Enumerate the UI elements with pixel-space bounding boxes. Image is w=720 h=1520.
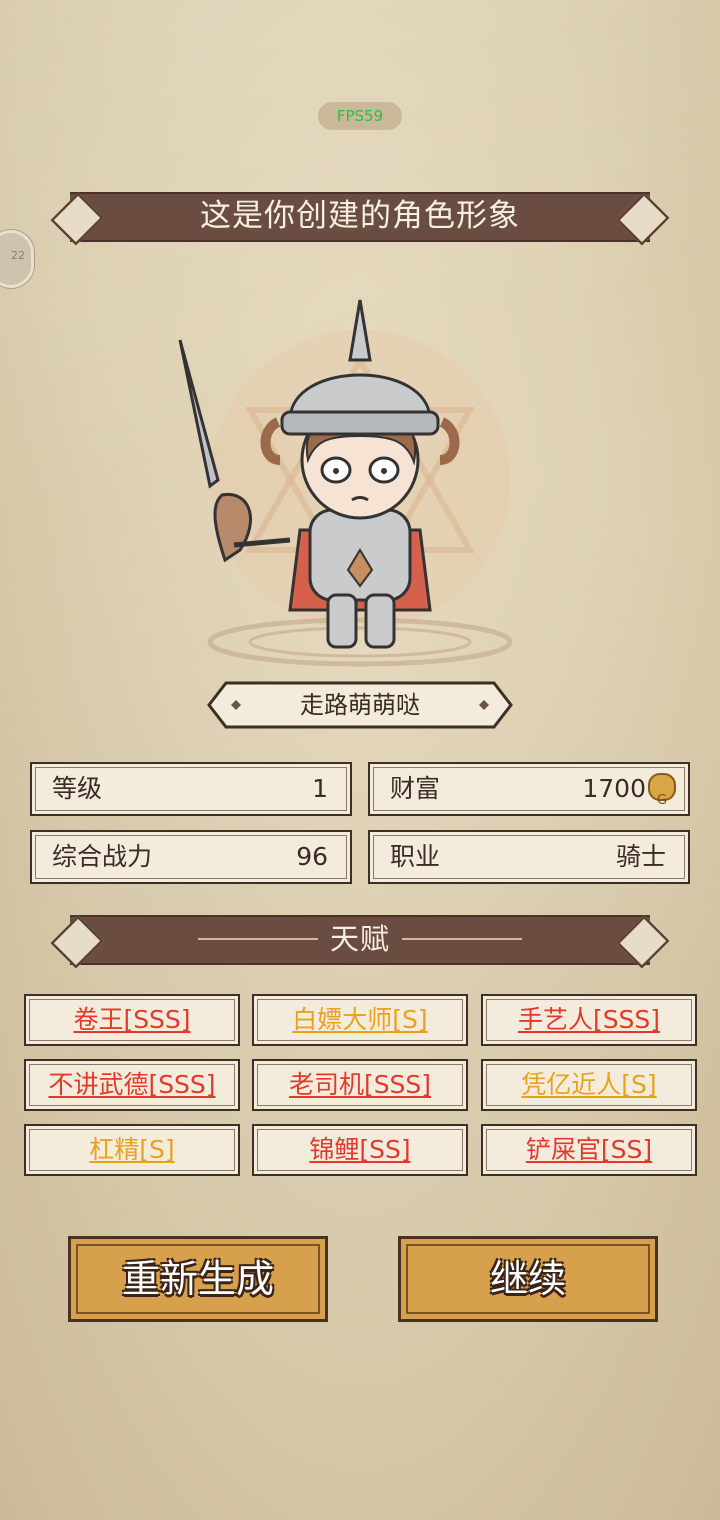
stat-power-value: 96: [296, 842, 328, 871]
character-name: 走路萌萌哒: [300, 691, 420, 719]
stat-wealth-value: 1700: [582, 774, 646, 803]
stat-level: 等级 1: [30, 762, 352, 816]
character-nameplate: 走路萌萌哒: [206, 680, 514, 730]
talent-item[interactable]: 凭亿近人[S]: [481, 1059, 697, 1111]
stat-level-value: 1: [312, 774, 328, 803]
stat-job: 职业 骑士: [368, 830, 690, 884]
gold-coin-icon: [648, 773, 676, 826]
talent-item[interactable]: 卷王[SSS]: [24, 994, 240, 1046]
stat-wealth-label: 财富: [390, 774, 441, 803]
stat-power-label: 综合战力: [52, 842, 153, 871]
talent-item[interactable]: 铲屎官[SS]: [481, 1124, 697, 1176]
page-title: 这是你创建的角色形象: [200, 198, 520, 234]
stat-job-value: 骑士: [615, 842, 666, 871]
talent-item[interactable]: 手艺人[SSS]: [481, 994, 697, 1046]
fps-counter: FPS59: [318, 102, 402, 130]
talent-item[interactable]: 老司机[SSS]: [252, 1059, 468, 1111]
stat-wealth-value-wrap: 1700: [582, 764, 676, 826]
title-banner: 这是你创建的角色形象: [48, 190, 672, 246]
regenerate-button[interactable]: 重新生成: [68, 1236, 328, 1322]
talent-item[interactable]: 杠精[S]: [24, 1124, 240, 1176]
talent-item[interactable]: 不讲武德[SSS]: [24, 1059, 240, 1111]
stat-wealth: 财富 1700: [368, 762, 690, 826]
stat-level-label: 等级: [52, 774, 103, 803]
continue-button[interactable]: 继续: [398, 1236, 658, 1322]
stat-power: 综合战力 96: [30, 830, 352, 884]
character-portrait: [178, 299, 513, 667]
floating-assist-label: 22: [11, 249, 25, 262]
floating-assist-button[interactable]: 22: [0, 230, 34, 288]
talents-title: 天赋: [329, 922, 390, 956]
talent-item[interactable]: 锦鲤[SS]: [252, 1124, 468, 1176]
talent-item[interactable]: 白嫖大师[S]: [252, 994, 468, 1046]
talents-banner: 天赋: [48, 913, 672, 969]
stat-job-label: 职业: [390, 842, 441, 871]
